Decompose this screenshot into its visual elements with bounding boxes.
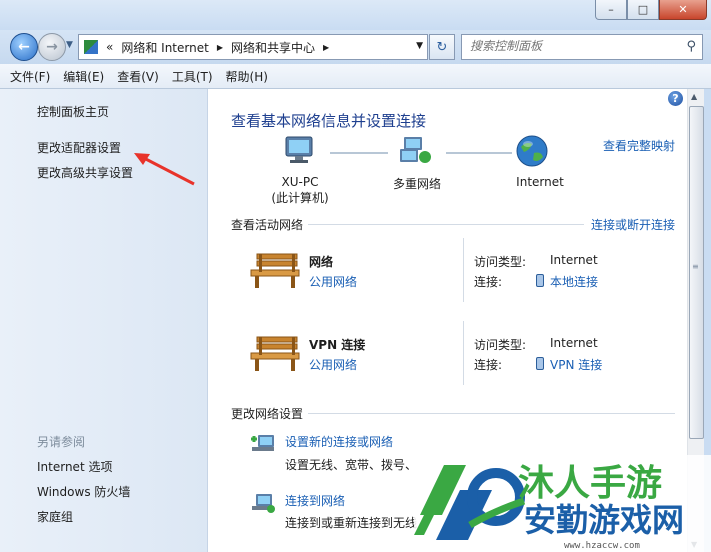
network-divider [463, 238, 464, 302]
section-divider [308, 224, 584, 225]
page-title: 查看基本网络信息并设置连接 [231, 112, 427, 130]
watermark-logo: 沐人手游 安勤游戏网 www.hzaccw.com [414, 455, 711, 552]
internet-label: Internet [516, 175, 564, 189]
scroll-up-icon[interactable]: ▲ [691, 92, 697, 101]
setup-new-connection-link[interactable]: 设置新的连接或网络 [285, 433, 393, 450]
active-networks-title: 查看活动网络 [231, 218, 304, 232]
breadcrumb-sharing-center[interactable]: 网络和共享中心 [231, 39, 315, 56]
sidebar-link-windows-firewall[interactable]: Windows 防火墙 [37, 483, 130, 500]
section-divider [308, 413, 675, 414]
map-link-line [446, 152, 512, 154]
breadcrumb-network-internet[interactable]: 网络和 Internet [121, 39, 208, 56]
see-also-title: 另请参阅 [37, 435, 86, 449]
menu-help[interactable]: 帮助(H) [226, 68, 268, 85]
close-button[interactable]: ✕ [659, 0, 707, 20]
access-type-label: 访问类型: [474, 338, 527, 352]
computer-icon [285, 136, 313, 163]
title-bar: – □ ✕ [0, 0, 711, 30]
sidebar-link-internet-options[interactable]: Internet 选项 [37, 458, 112, 475]
control-panel-icon [84, 40, 98, 54]
refresh-button[interactable]: ↻ [429, 34, 455, 60]
breadcrumb-prefix[interactable]: « [106, 40, 113, 54]
watermark-url: www.hzaccw.com [564, 541, 640, 551]
connection-label: 连接: [474, 358, 503, 372]
connection-label: 连接: [474, 275, 503, 289]
connect-to-network-link[interactable]: 连接到网络 [285, 492, 345, 509]
connection-link-local[interactable]: 本地连接 [550, 273, 598, 290]
new-connection-icon [251, 435, 274, 451]
vpn-network-name: VPN 连接 [309, 338, 366, 352]
menu-tools[interactable]: 工具(T) [172, 68, 213, 85]
map-link-line [330, 152, 388, 154]
forward-button[interactable]: → [38, 33, 66, 61]
minimize-button[interactable]: – [595, 0, 627, 20]
menu-bar: 文件(F) 编辑(E) 查看(V) 工具(T) 帮助(H) [0, 64, 711, 89]
globe-icon [516, 135, 548, 167]
access-type-label: 访问类型: [474, 255, 527, 269]
red-arrow-annotation [134, 153, 195, 186]
menu-view[interactable]: 查看(V) [117, 68, 159, 85]
search-box[interactable]: ⚲ [461, 34, 703, 60]
address-dropdown-icon[interactable]: ▼ [416, 41, 423, 51]
network-name: 网络 [309, 255, 334, 269]
connect-disconnect-link[interactable]: 连接或断开连接 [591, 216, 675, 233]
address-bar[interactable]: « 网络和 Internet ▶ 网络和共享中心 ▶ ▼ [78, 34, 428, 60]
view-full-map-link[interactable]: 查看完整映射 [603, 137, 675, 154]
sidebar-link-advanced-sharing[interactable]: 更改高级共享设置 [37, 164, 133, 181]
menu-file[interactable]: 文件(F) [10, 68, 50, 85]
connection-link-vpn[interactable]: VPN 连接 [550, 356, 602, 373]
maximize-button[interactable]: □ [627, 0, 659, 20]
chevron-right-icon[interactable]: ▶ [323, 43, 329, 52]
scrollbar-thumb[interactable] [689, 106, 704, 439]
sidebar-link-homegroup[interactable]: 家庭组 [37, 508, 73, 525]
connect-to-network-desc: 连接到或重新连接到无线 [285, 516, 418, 530]
watermark-bottom-text: 安勤游戏网 [524, 501, 684, 539]
search-icon[interactable]: ⚲ [686, 39, 696, 54]
bench-icon [250, 253, 300, 288]
scroll-grip-icon: ≡ [692, 262, 699, 271]
sidebar-link-adapter-settings[interactable]: 更改适配器设置 [37, 139, 121, 156]
access-type-value: Internet [550, 253, 598, 267]
search-input[interactable] [462, 35, 676, 57]
chevron-right-icon[interactable]: ▶ [217, 43, 223, 52]
multiple-networks-icon [400, 137, 431, 163]
recent-pages-dropdown[interactable]: ▼ [66, 40, 73, 50]
change-settings-title: 更改网络设置 [231, 407, 304, 421]
ethernet-plug-icon [536, 274, 544, 287]
pc-sub-label: (此计算机) [271, 191, 329, 205]
bench-icon [250, 336, 300, 371]
window-controls: – □ ✕ [595, 0, 707, 20]
watermark-top-text: 沐人手游 [518, 463, 662, 504]
setup-new-connection-desc: 设置无线、宽带、拨号、 [285, 458, 418, 472]
network-divider [463, 321, 464, 385]
refresh-icon: ↻ [436, 39, 448, 55]
help-icon[interactable]: ? [668, 91, 683, 106]
connect-to-network-icon [252, 494, 275, 513]
vpn-plug-icon [536, 357, 544, 370]
back-button[interactable]: ← [10, 33, 38, 61]
address-row: ← → ▼ « 网络和 Internet ▶ 网络和共享中心 ▶ ▼ ↻ ⚲ [0, 30, 711, 64]
access-type-value: Internet [550, 336, 598, 350]
this-pc-label: XU-PC (此计算机) [264, 175, 336, 206]
menu-edit[interactable]: 编辑(E) [63, 68, 104, 85]
vpn-network-category-link[interactable]: 公用网络 [309, 356, 357, 373]
pc-name: XU-PC [281, 175, 319, 189]
network-category-link[interactable]: 公用网络 [309, 273, 357, 290]
multiple-networks-label: 多重网络 [392, 177, 441, 191]
sidebar-link-control-panel-home[interactable]: 控制面板主页 [37, 103, 109, 120]
